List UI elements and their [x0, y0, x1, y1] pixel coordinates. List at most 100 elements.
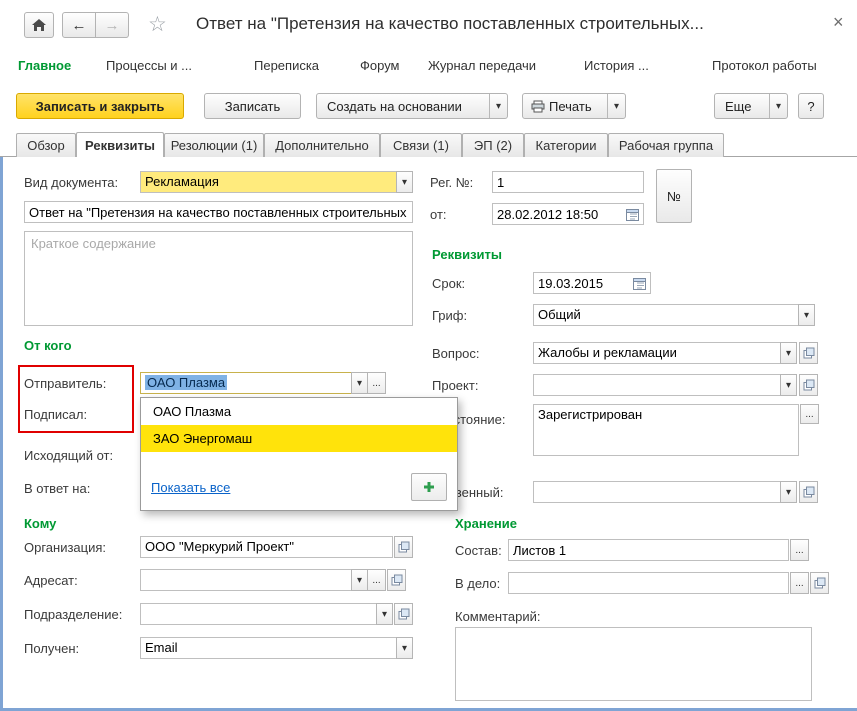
menu-item-processes[interactable]: Процессы и ...: [106, 58, 192, 73]
help-label: ?: [807, 98, 815, 114]
state-choose-button[interactable]: ...: [800, 404, 819, 424]
annotation-red-box: [18, 365, 134, 433]
forward-button[interactable]: →: [95, 12, 129, 38]
back-button[interactable]: ←: [62, 12, 96, 38]
ellipsis-icon: ...: [805, 408, 814, 420]
department-dropdown-button[interactable]: ▾: [376, 603, 393, 625]
menu-item-correspondence[interactable]: Переписка: [254, 58, 319, 73]
menu-item-history[interactable]: История ...: [584, 58, 649, 73]
date-field[interactable]: 28.02.2012 18:50: [492, 203, 644, 225]
department-field[interactable]: [140, 603, 377, 625]
chevron-down-icon: ▾: [785, 347, 792, 359]
menu-item-transfer-journal[interactable]: Журнал передачи: [428, 58, 536, 73]
help-button[interactable]: ?: [798, 93, 824, 119]
more-actions-button[interactable]: Еще ▾: [714, 93, 788, 119]
ellipsis-icon: ...: [795, 544, 804, 556]
in-reply-to-label: В ответ на:: [24, 481, 91, 496]
case-open-button[interactable]: [810, 572, 829, 594]
save-button[interactable]: Записать: [204, 93, 301, 119]
outgoing-from-label: Исходящий от:: [24, 448, 114, 463]
question-dropdown-button[interactable]: ▾: [780, 342, 797, 364]
chevron-down-icon: ▾: [401, 176, 408, 188]
tab-requisites[interactable]: Реквизиты: [76, 132, 164, 157]
addressee-field[interactable]: [140, 569, 352, 591]
reg-number-field[interactable]: [492, 171, 644, 193]
window-title: Ответ на "Претензия на качество поставле…: [196, 14, 704, 33]
doc-kind-label: Вид документа:: [24, 175, 119, 190]
back-arrow-icon: ←: [71, 16, 87, 34]
sender-field[interactable]: ОАО Плазма: [140, 372, 352, 394]
calendar-icon[interactable]: [633, 277, 646, 290]
chevron-down-icon[interactable]: ▾: [488, 94, 507, 118]
tab-additional[interactable]: Дополнительно: [264, 133, 380, 157]
comment-field[interactable]: [455, 627, 812, 701]
ellipsis-icon: ...: [795, 577, 804, 589]
menu-item-work-protocol[interactable]: Протокол работы: [712, 58, 817, 73]
organization-open-button[interactable]: [394, 536, 413, 558]
chevron-down-icon[interactable]: ▾: [606, 94, 625, 118]
responsible-open-button[interactable]: [799, 481, 818, 503]
doc-kind-dropdown-button[interactable]: ▾: [396, 171, 413, 193]
composition-choose-button[interactable]: ...: [790, 539, 809, 561]
menu-item-forum[interactable]: Форум: [360, 58, 400, 73]
create-based-on-label: Создать на основании: [327, 98, 462, 114]
open-form-icon: [803, 347, 814, 359]
sender-dropdown-button[interactable]: ▾: [351, 372, 368, 394]
addressee-choose-button[interactable]: ...: [367, 569, 386, 591]
assign-number-button[interactable]: №: [656, 169, 692, 223]
responsible-dropdown-button[interactable]: ▾: [780, 481, 797, 503]
state-field[interactable]: Зарегистрирован: [533, 404, 799, 456]
case-field[interactable]: [508, 572, 789, 594]
save-and-close-button[interactable]: Записать и закрыть: [16, 93, 184, 119]
question-field[interactable]: Жалобы и рекламации: [533, 342, 781, 364]
addressee-open-button[interactable]: [387, 569, 406, 591]
section-storage: Хранение: [455, 516, 517, 531]
organization-field[interactable]: ООО "Меркурий Проект": [140, 536, 393, 558]
chevron-down-icon[interactable]: ▾: [768, 94, 787, 118]
tab-signatures[interactable]: ЭП (2): [462, 133, 524, 157]
sender-choose-button[interactable]: ...: [367, 372, 386, 394]
open-form-icon: [398, 608, 409, 620]
doc-kind-field[interactable]: Рекламация: [140, 171, 397, 193]
tab-resolutions[interactable]: Резолюции (1): [164, 133, 264, 157]
favorite-star-icon[interactable]: ☆: [148, 12, 167, 37]
tab-categories[interactable]: Категории: [524, 133, 608, 157]
received-dropdown-button[interactable]: ▾: [396, 637, 413, 659]
grif-dropdown-button[interactable]: ▾: [798, 304, 815, 326]
show-all-link[interactable]: Показать все: [151, 480, 230, 495]
close-button[interactable]: ×: [833, 12, 844, 33]
tab-links[interactable]: Связи (1): [380, 133, 462, 157]
print-button[interactable]: Печать ▾: [522, 93, 626, 119]
tab-workgroup[interactable]: Рабочая группа: [608, 133, 724, 157]
create-based-on-button[interactable]: Создать на основании ▾: [316, 93, 508, 119]
menu-item-main[interactable]: Главное: [18, 58, 71, 73]
open-form-icon: [398, 541, 409, 553]
project-open-button[interactable]: [799, 374, 818, 396]
document-name-field[interactable]: [24, 201, 413, 223]
addressee-label: Адресат:: [24, 573, 78, 588]
add-new-button[interactable]: [411, 473, 447, 501]
case-choose-button[interactable]: ...: [790, 572, 809, 594]
received-label: Получен:: [24, 641, 80, 656]
dropdown-item[interactable]: ОАО Плазма: [141, 398, 457, 425]
dropdown-item-selected[interactable]: ЗАО Энергомаш: [141, 425, 457, 452]
addressee-dropdown-button[interactable]: ▾: [351, 569, 368, 591]
section-from: От кого: [24, 338, 72, 353]
sender-selected-text: ОАО Плазма: [145, 375, 228, 390]
project-dropdown-button[interactable]: ▾: [780, 374, 797, 396]
grif-field[interactable]: Общий: [533, 304, 799, 326]
due-date-field[interactable]: 19.03.2015: [533, 272, 651, 294]
question-open-button[interactable]: [799, 342, 818, 364]
open-form-icon: [391, 574, 402, 586]
chevron-down-icon: ▾: [785, 379, 792, 391]
project-field[interactable]: [533, 374, 781, 396]
composition-label: Состав:: [455, 543, 502, 558]
received-field[interactable]: Email: [140, 637, 397, 659]
composition-field[interactable]: [508, 539, 789, 561]
home-button[interactable]: [24, 12, 54, 38]
responsible-field[interactable]: [533, 481, 781, 503]
calendar-icon[interactable]: [626, 208, 639, 221]
department-open-button[interactable]: [394, 603, 413, 625]
summary-field[interactable]: [24, 231, 413, 326]
tab-overview[interactable]: Обзор: [16, 133, 76, 157]
